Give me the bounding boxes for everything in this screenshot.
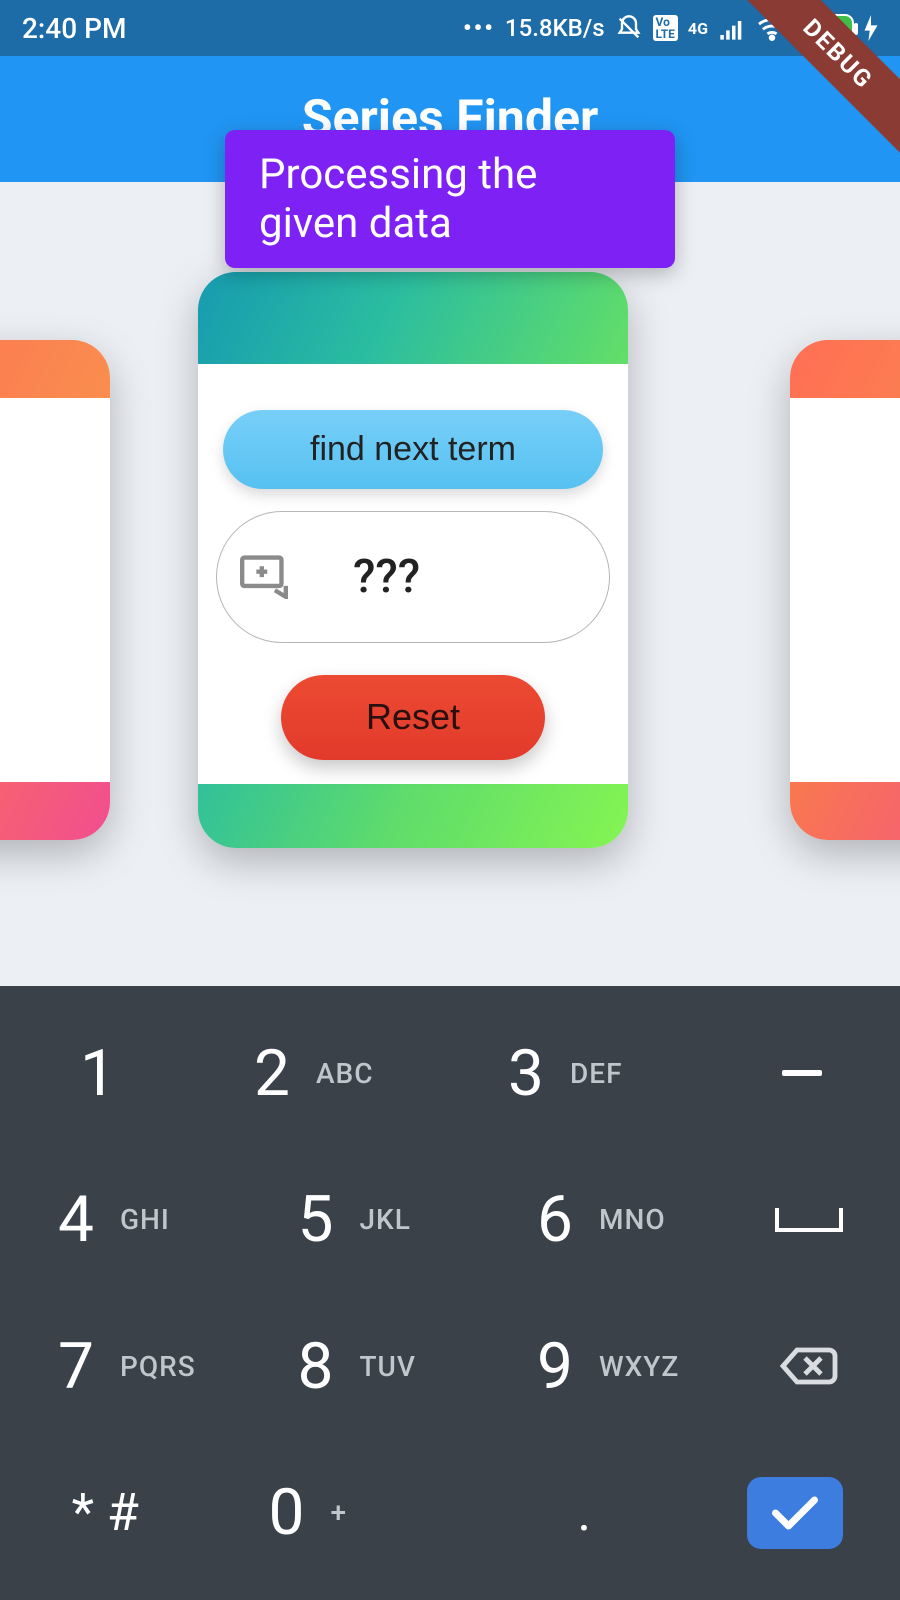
network-gen: 4G xyxy=(688,19,708,38)
card-grad-top xyxy=(790,340,900,398)
key-5[interactable]: 5JKL xyxy=(240,1147,480,1294)
backspace-icon xyxy=(779,1344,839,1388)
mute-icon xyxy=(615,14,643,42)
key-4[interactable]: 4GHI xyxy=(0,1147,240,1294)
result-field[interactable]: ??? xyxy=(216,511,610,642)
key-sym[interactable]: * # xyxy=(0,1440,211,1587)
key-3[interactable]: 3DEF xyxy=(450,1000,704,1147)
key-9[interactable]: 9WXYZ xyxy=(479,1293,719,1440)
numeric-keyboard: 1 2ABC 3DEF 4GHI 5JKL 6MNO 7PQRS 8TUV 9W… xyxy=(0,986,900,1600)
card-carousel[interactable]: rm 5 find next term ??? Reset Ente 123 1 xyxy=(0,272,900,892)
key-space[interactable] xyxy=(719,1147,900,1294)
toast-message: Processing the given data xyxy=(225,130,675,268)
key-2[interactable]: 2ABC xyxy=(196,1000,450,1147)
key-backspace[interactable] xyxy=(719,1293,900,1440)
space-icon xyxy=(775,1208,843,1232)
key-minus[interactable] xyxy=(704,1000,900,1147)
key-8[interactable]: 8TUV xyxy=(240,1293,480,1440)
result-value: ??? xyxy=(353,550,420,604)
key-1[interactable]: 1 xyxy=(0,1000,196,1147)
key-7[interactable]: 7PQRS xyxy=(0,1293,240,1440)
card-next[interactable]: Ente 123 1 xyxy=(790,340,900,840)
signal-icon xyxy=(718,16,746,40)
volte-badge: VoLTE xyxy=(653,15,678,41)
key-0[interactable]: 0+ xyxy=(211,1440,480,1587)
find-next-term-button[interactable]: find next term xyxy=(223,410,603,489)
card-prev[interactable]: rm 5 xyxy=(0,340,110,840)
card-grad-bot xyxy=(790,782,900,840)
charging-icon xyxy=(864,15,878,41)
status-time: 2:40 PM xyxy=(22,12,126,45)
card-current: find next term ??? Reset xyxy=(198,272,628,848)
data-rate: 15.8KB/s xyxy=(505,14,605,42)
key-enter[interactable] xyxy=(690,1440,900,1587)
check-icon xyxy=(769,1493,821,1533)
card-grad-bot xyxy=(0,782,110,840)
minus-icon xyxy=(782,1070,822,1076)
more-dots-icon: ••• xyxy=(463,14,495,42)
card-grad-top xyxy=(0,340,110,398)
key-dot[interactable]: . xyxy=(479,1440,690,1587)
key-6[interactable]: 6MNO xyxy=(479,1147,719,1294)
add-to-queue-icon xyxy=(235,551,293,603)
reset-button[interactable]: Reset xyxy=(281,675,545,760)
